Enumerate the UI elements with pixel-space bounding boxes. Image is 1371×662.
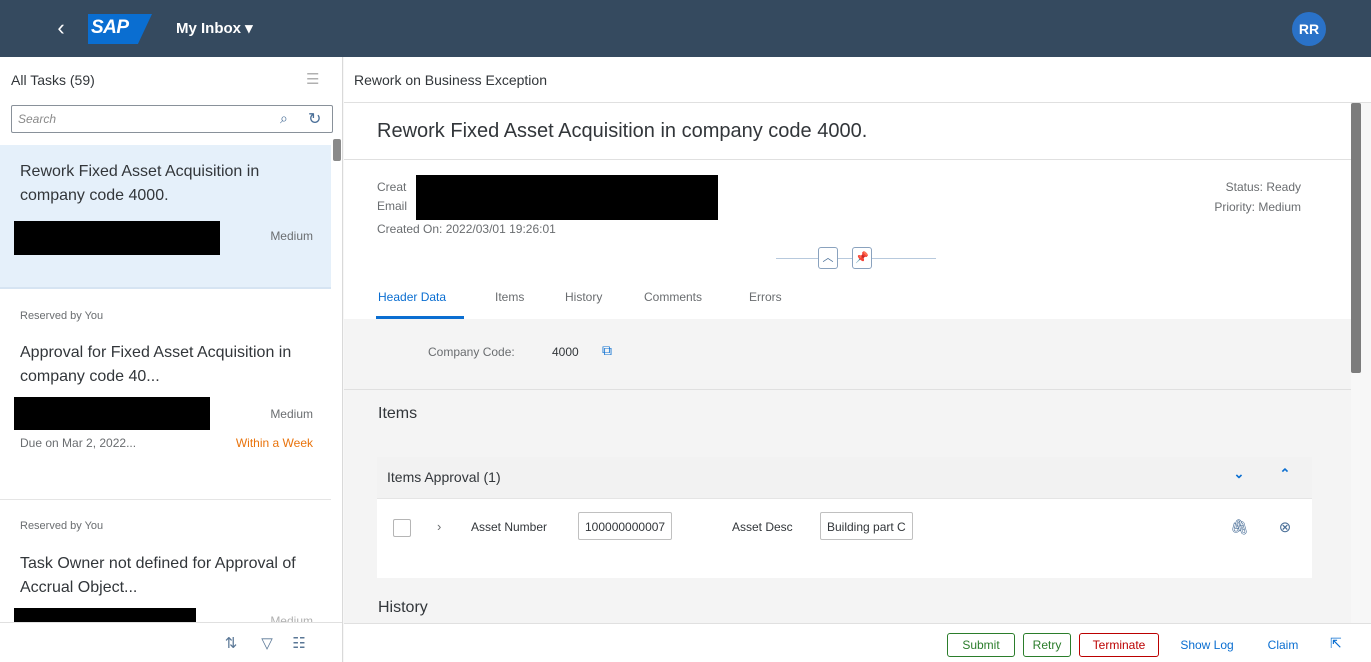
history-section-title: History [378,599,428,616]
items-approval-header: Items Approval (1) ⌄ ⌃ [377,457,1312,499]
detail-header: Rework on Business Exception [344,57,1371,103]
task-count: All Tasks (59) [11,72,95,88]
list-settings-icon[interactable]: ☰ [306,70,322,88]
task-title: Rework Fixed Asset Acquisition in compan… [20,163,260,204]
submit-button[interactable]: Submit [947,633,1015,657]
row-checkbox[interactable] [393,519,411,537]
email-label: Email [377,199,408,213]
pin-header-icon[interactable]: 📌 [852,247,872,269]
company-code-label: Company Code: [428,345,515,359]
task-list-header: All Tasks (59) ☰ [0,57,342,103]
tab-items[interactable]: Items [495,290,524,304]
due-status: Within a Week [235,436,313,450]
shell-bar: ‹ SAP My Inbox ▾ RR [0,0,1371,57]
claim-button[interactable]: Claim [1255,633,1311,657]
created-by-label: Creat [377,180,407,194]
tab-header-data[interactable]: Header Data [378,290,446,304]
show-log-button[interactable]: Show Log [1169,633,1245,657]
items-approval-panel: Items Approval (1) ⌄ ⌃ › Asset Number 10… [377,457,1312,578]
refresh-icon[interactable]: ↻ [308,109,326,128]
task-list-pane: All Tasks (59) ☰ ⌕ ↻ Rework Fixed Asset … [0,57,343,662]
sort-icon[interactable]: ⇅ [222,634,240,652]
reserved-label: Reserved by You [20,310,104,322]
terminate-button[interactable]: Terminate [1079,633,1159,657]
sap-logo-text: SAP [91,17,129,38]
list-scrollbar[interactable] [333,139,341,161]
user-avatar[interactable]: RR [1292,12,1326,46]
filter-icon[interactable]: ▽ [258,634,276,652]
search-icon[interactable]: ⌕ [280,110,298,128]
expand-all-icon[interactable]: ⌄ [1229,466,1249,486]
detail-header-title: Rework on Business Exception [354,72,547,88]
tab-history[interactable]: History [565,290,602,304]
company-code-value: 4000 [552,345,579,359]
redacted-block [416,175,718,220]
back-button[interactable]: ‹ [50,16,72,40]
section-divider [344,389,1351,390]
asset-number-field[interactable]: 100000000007 [578,512,673,540]
task-list-item[interactable]: Reserved by You Task Owner not defined f… [0,500,331,628]
asset-desc-label: Asset Desc [732,520,793,534]
reserved-label: Reserved by You [20,520,104,532]
task-status: Status: Ready [1225,180,1301,194]
app-title-menu[interactable]: My Inbox ▾ [176,19,253,39]
task-list-footer: ⇅ ▽ ☷ [0,622,342,662]
search-input[interactable] [18,110,268,128]
asset-desc-field[interactable]: Building part C [820,512,913,540]
detail-scrollbar[interactable] [1351,103,1361,373]
items-section-title: Items [378,405,418,422]
task-priority-detail: Priority: Medium [1214,200,1301,214]
items-approval-title: Items Approval (1) [387,469,501,485]
task-detail-pane: Rework on Business Exception Rework Fixe… [344,57,1371,662]
task-title: Approval for Fixed Asset Acquisition in … [20,344,292,385]
collapse-header-icon[interactable]: ︿ [818,247,838,269]
group-icon[interactable]: ☷ [290,634,308,652]
footer-toolbar: Submit Retry Terminate Show Log Claim ⇱ [344,623,1371,662]
task-list-item-selected[interactable]: Rework Fixed Asset Acquisition in compan… [0,145,331,289]
asset-number-label: Asset Number [471,520,548,534]
tab-comments[interactable]: Comments [644,290,702,304]
task-priority: Medium [270,229,313,243]
task-priority: Medium [270,407,313,421]
divider [344,159,1351,160]
chevron-right-icon[interactable]: › [437,519,441,534]
search-field: ⌕ ↻ [11,105,333,133]
redacted-block [14,397,210,430]
tab-errors[interactable]: Errors [749,290,782,304]
open-external-icon[interactable]: ⇱ [1330,635,1348,653]
sap-logo: SAP [88,14,152,44]
attachment-icon[interactable]: 🖇 [1230,518,1249,536]
redacted-block [14,221,220,255]
detail-content: Company Code: 4000 ⧉ Items Items Approva… [344,319,1351,639]
task-title: Task Owner not defined for Approval of A… [20,555,296,596]
task-list-item[interactable]: Reserved by You Approval for Fixed Asset… [0,291,331,499]
task-detail-title: Rework Fixed Asset Acquisition in compan… [377,120,868,142]
table-row: › Asset Number 100000000007 Asset Desc B… [377,507,1312,557]
copy-icon[interactable]: ⧉ [602,342,620,360]
collapse-all-icon[interactable]: ⌃ [1275,466,1295,486]
created-on: Created On: 2022/03/01 19:26:01 [377,222,556,236]
due-date: Due on Mar 2, 2022... [20,436,137,450]
close-circle-icon[interactable]: ⊗ [1276,518,1294,536]
retry-button[interactable]: Retry [1023,633,1071,657]
